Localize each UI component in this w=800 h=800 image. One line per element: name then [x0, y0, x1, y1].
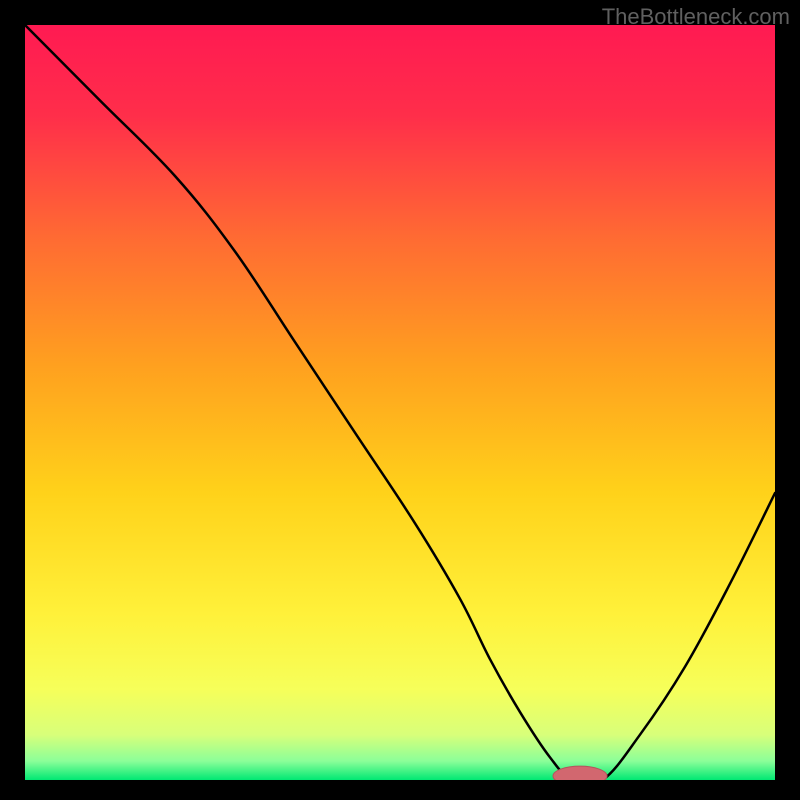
watermark-text: TheBottleneck.com	[602, 4, 790, 30]
plot-svg	[25, 25, 775, 780]
chart-frame: TheBottleneck.com	[0, 0, 800, 800]
plot-area	[25, 25, 775, 780]
